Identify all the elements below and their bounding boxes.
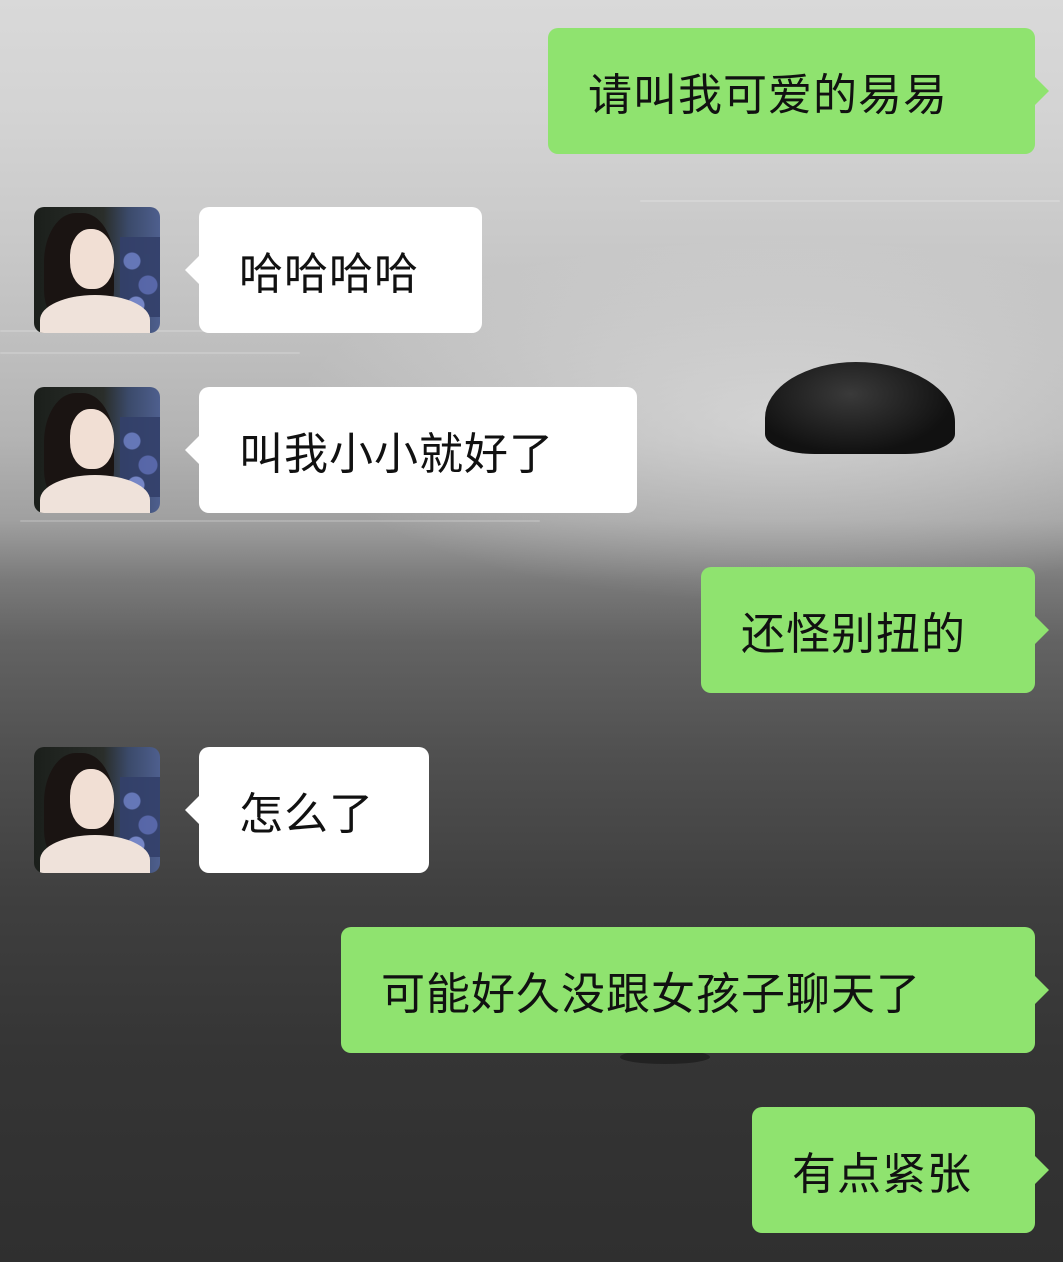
their-message-bubble[interactable]: 怎么了: [185, 747, 429, 873]
their-message-bubble[interactable]: 叫我小小就好了: [185, 387, 637, 513]
sand-streak: [20, 520, 540, 522]
my-message-bubble[interactable]: 可能好久没跟女孩子聊天了: [341, 927, 1049, 1053]
message-text: 请叫我可爱的易易: [588, 70, 948, 121]
my-message-bubble[interactable]: 还怪别扭的: [701, 567, 1049, 693]
message-text: 叫我小小就好了: [239, 429, 554, 480]
my-message-bubble[interactable]: 有点紧张: [752, 1107, 1049, 1233]
message-text: 怎么了: [239, 789, 374, 840]
message-text: 哈哈哈哈: [239, 249, 419, 300]
avatar-face: [70, 229, 114, 289]
contact-avatar[interactable]: [34, 747, 160, 873]
contact-avatar[interactable]: [34, 207, 160, 333]
avatar-face: [70, 409, 114, 469]
contact-avatar[interactable]: [34, 387, 160, 513]
avatar-face: [70, 769, 114, 829]
message-text: 还怪别扭的: [741, 609, 966, 660]
message-text: 有点紧张: [792, 1149, 972, 1200]
sand-streak: [640, 200, 1060, 202]
my-message-bubble[interactable]: 请叫我可爱的易易: [548, 28, 1049, 154]
their-message-bubble[interactable]: 哈哈哈哈: [185, 207, 482, 333]
sand-streak: [0, 352, 300, 354]
message-text: 可能好久没跟女孩子聊天了: [381, 969, 921, 1020]
